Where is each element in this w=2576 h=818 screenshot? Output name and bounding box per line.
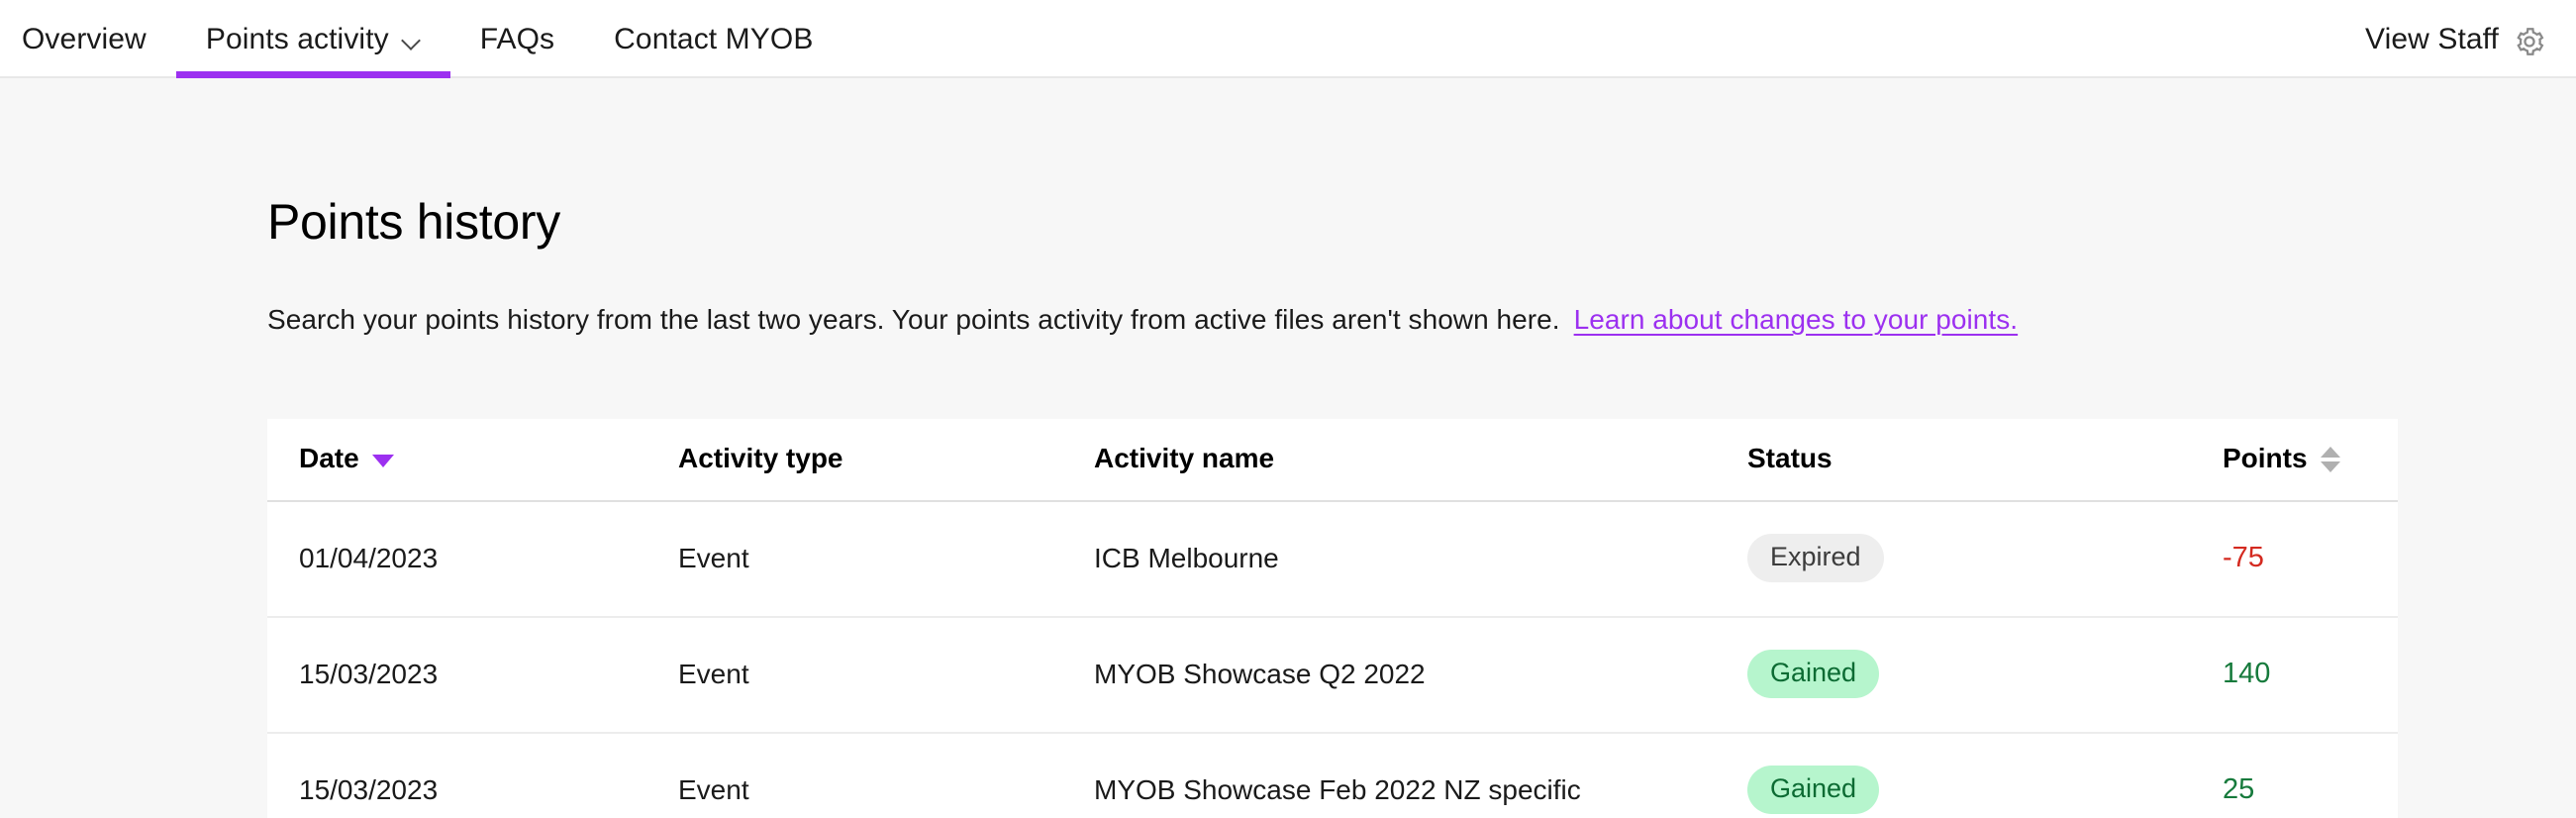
top-navigation-bar: Overview Points activity FAQs Contact MY…	[0, 0, 2576, 78]
gear-icon[interactable]	[2513, 25, 2546, 58]
sort-descending-icon[interactable]	[371, 454, 394, 467]
column-header-label: Points	[2223, 443, 2308, 473]
cell-status: Expired	[1747, 501, 2223, 618]
nav-item-label: Points activity	[205, 22, 389, 55]
content-container: Points history Search your points histor…	[0, 78, 2576, 818]
cell-activity-name: MYOB Showcase Q2 2022	[1094, 617, 1747, 734]
status-badge: Expired	[1747, 534, 1884, 582]
column-header-points[interactable]: Points	[2223, 419, 2398, 502]
column-header-status[interactable]: Status	[1747, 419, 2223, 502]
cell-status: Gained	[1747, 733, 2223, 818]
cell-date: 01/04/2023	[267, 501, 678, 618]
column-header-activity-name[interactable]: Activity name	[1094, 419, 1747, 502]
table-row[interactable]: 15/03/2023 Event MYOB Showcase Feb 2022 …	[267, 733, 2398, 818]
nav-item-label: FAQs	[479, 22, 555, 55]
column-header-label: Activity type	[678, 443, 843, 473]
nav-item-label: Contact MYOB	[614, 22, 814, 55]
sort-both-icon[interactable]	[2320, 447, 2340, 472]
chevron-down-icon	[403, 32, 421, 50]
page-title: Points history	[267, 194, 560, 250]
table-row[interactable]: 15/03/2023 Event MYOB Showcase Q2 2022 G…	[267, 617, 2398, 734]
column-header-label: Activity name	[1094, 443, 1275, 473]
cell-activity-name: MYOB Showcase Feb 2022 NZ specific	[1094, 733, 1747, 818]
cell-activity-type: Event	[678, 733, 1094, 818]
table-body: 01/04/2023 Event ICB Melbourne Expired -…	[267, 501, 2398, 818]
points-history-table: Date Activity type Activity name Status …	[267, 419, 2398, 818]
nav-right-group: View Staff	[2365, 0, 2552, 78]
status-badge: Gained	[1747, 650, 1880, 698]
nav-item-overview[interactable]: Overview	[0, 0, 176, 78]
cell-points: 140	[2223, 617, 2398, 734]
nav-item-list: Overview Points activity FAQs Contact MY…	[0, 0, 842, 78]
learn-about-changes-link[interactable]: Learn about changes to your points.	[1574, 304, 2019, 335]
cell-status: Gained	[1747, 617, 2223, 734]
nav-item-contact-myob[interactable]: Contact MYOB	[584, 0, 842, 78]
column-header-activity-type[interactable]: Activity type	[678, 419, 1094, 502]
cell-date: 15/03/2023	[267, 617, 678, 734]
cell-activity-type: Event	[678, 501, 1094, 618]
table-row[interactable]: 01/04/2023 Event ICB Melbourne Expired -…	[267, 501, 2398, 618]
cell-date: 15/03/2023	[267, 733, 678, 818]
points-history-table-card: Date Activity type Activity name Status …	[267, 419, 2398, 818]
page-description-text: Search your points history from the last…	[267, 304, 1560, 335]
table-header: Date Activity type Activity name Status …	[267, 419, 2398, 502]
column-header-date[interactable]: Date	[267, 419, 678, 502]
cell-activity-type: Event	[678, 617, 1094, 734]
page-body: Points history Search your points histor…	[0, 78, 2576, 818]
cell-activity-name: ICB Melbourne	[1094, 501, 1747, 618]
table-header-row: Date Activity type Activity name Status …	[267, 419, 2398, 502]
column-header-label: Status	[1747, 443, 1833, 473]
column-header-label: Date	[299, 443, 359, 473]
nav-item-points-activity[interactable]: Points activity	[175, 0, 450, 78]
status-badge: Gained	[1747, 766, 1880, 814]
nav-item-label: Overview	[22, 22, 147, 55]
view-staff-link[interactable]: View Staff	[2365, 23, 2499, 56]
cell-points: 25	[2223, 733, 2398, 818]
page-description: Search your points history from the last…	[267, 251, 2309, 336]
cell-points: -75	[2223, 501, 2398, 618]
nav-item-faqs[interactable]: FAQs	[450, 0, 584, 78]
